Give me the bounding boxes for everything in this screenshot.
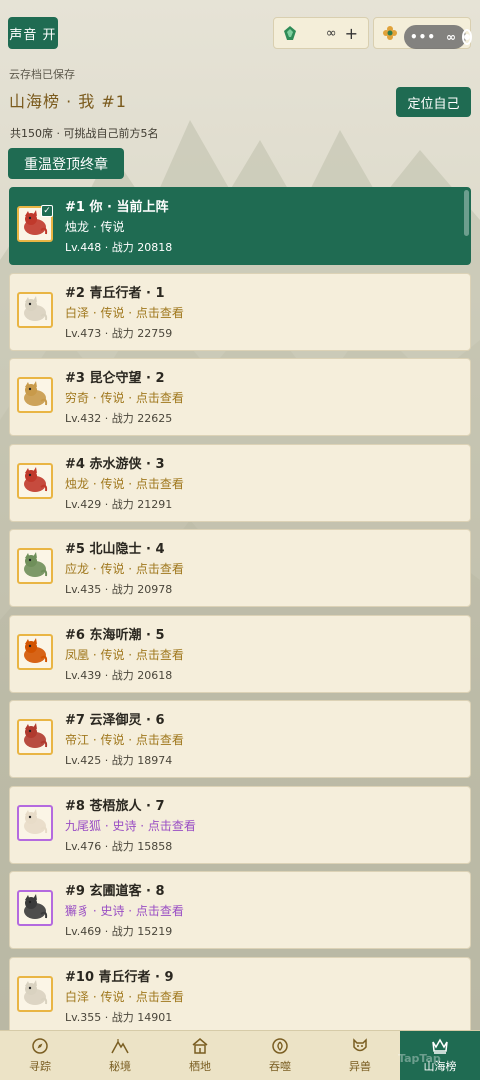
creature-avatar: [17, 462, 53, 499]
dijiang-icon: [24, 723, 48, 748]
ranking-card[interactable]: #7 云泽御灵 · 6 帝江 · 传说 · 点击查看 Lv.425 · 战力 189…: [9, 700, 471, 778]
nav-item-label: 栖地: [189, 1060, 211, 1073]
house-icon: [192, 1038, 208, 1054]
baize-icon: [24, 979, 48, 1005]
creature-avatar: [17, 719, 53, 755]
check-icon: ✓: [41, 205, 53, 217]
ranking-player-name: #9 玄圃道客 · 8: [65, 884, 165, 899]
ranking-stats: Lv.432 · 战力 22625: [65, 412, 173, 425]
ranking-creature-info: 凤凰 · 传说 · 点击查看: [65, 647, 184, 662]
ranking-card[interactable]: #6 东海听潮 · 5 凤凰 · 传说 · 点击查看 Lv.439 · 战力 206…: [9, 614, 471, 693]
ranking-creature-info: 帝江 · 传说 · 点击查看: [65, 733, 184, 747]
replay-finale-button[interactable]: 重温登顶终章: [8, 148, 124, 179]
ranking-card[interactable]: #5 北山隐士 · 4 应龙 · 传说 · 点击查看 Lv.435 · 战力 209…: [9, 529, 471, 607]
page-title: 山海榜 · 我 #1: [9, 92, 127, 111]
ranking-stats: Lv.425 · 战力 18974: [65, 754, 173, 767]
creature-avatar: [17, 548, 53, 584]
ranking-creature-info: 穷奇 · 传说 · 点击查看: [65, 391, 184, 405]
yinglong-icon: [24, 552, 48, 577]
nav-item-label: 异兽: [349, 1060, 371, 1073]
creature-avatar: [17, 291, 53, 328]
creature-avatar: [17, 633, 53, 670]
nav-item-0[interactable]: 寻踪: [0, 1031, 80, 1080]
ranking-card[interactable]: #10 青丘行者 · 9 白泽 · 传说 · 点击查看 Lv.355 · 战力 14…: [9, 956, 471, 1030]
nav-item-2[interactable]: 栖地: [160, 1031, 240, 1080]
ranking-player-name: #5 北山隐士 · 4: [65, 542, 165, 557]
miniprogram-capsule: ••• ∞: [404, 25, 473, 49]
locate-self-button[interactable]: 定位自己: [396, 87, 471, 117]
ranking-player-name: #10 青丘行者 · 9: [65, 969, 174, 985]
sound-toggle-button[interactable]: 声音 开: [8, 17, 58, 49]
more-menu-button[interactable]: •••: [410, 30, 436, 44]
ranking-list[interactable]: ✓ #1 你 · 当前上阵 烛龙 · 传说 Lv.448 · 战力 20818 #2 青…: [9, 187, 471, 1030]
nav-item-label: 秘境: [109, 1060, 131, 1073]
creature-avatar: [17, 377, 53, 413]
ranking-creature-info: 九尾狐 · 史诗 · 点击查看: [65, 818, 196, 833]
ranking-card[interactable]: #9 玄圃道客 · 8 獬豸 · 史诗 · 点击查看 Lv.469 · 战力 152…: [9, 871, 471, 949]
jade-icon: [284, 26, 296, 40]
nav-item-3[interactable]: 吞噬: [240, 1031, 320, 1080]
ranking-stats: Lv.448 · 战力 20818: [65, 241, 173, 254]
ranking-card[interactable]: #8 苍梧旅人 · 7 九尾狐 · 史诗 · 点击查看 Lv.476 · 战力 15…: [9, 785, 471, 864]
nav-item-label: 吞噬: [269, 1060, 291, 1073]
nav-item-4[interactable]: 异兽: [320, 1031, 400, 1080]
phoenix-icon: [24, 637, 48, 663]
ranking-stats: Lv.473 · 战力 22759: [65, 326, 173, 340]
seat-info: 共150席 · 可挑战自己前方5名: [10, 127, 159, 140]
ranking-creature-info: 獬豸 · 史诗 · 点击查看: [65, 904, 184, 918]
creature-avatar: [17, 804, 53, 841]
close-circle-icon[interactable]: [462, 29, 473, 45]
ranking-player-name: #8 苍梧旅人 · 7: [65, 798, 165, 814]
ranking-player-name: #1 你 · 当前上阵: [65, 200, 169, 215]
ninetail-fox-icon: [24, 808, 48, 834]
creature-avatar: [17, 975, 53, 1012]
baize-icon: [24, 295, 48, 321]
ranking-creature-info: 白泽 · 传说 · 点击查看: [65, 989, 184, 1004]
ranking-player-name: #2 青丘行者 · 1: [65, 285, 165, 301]
nav-item-label: 寻踪: [29, 1060, 51, 1073]
ranking-card[interactable]: #4 赤水游侠 · 3 烛龙 · 传说 · 点击查看 Lv.429 · 战力 212…: [9, 443, 471, 522]
scroll-indicator: [464, 190, 469, 236]
ranking-creature-info: 应龙 · 传说 · 点击查看: [65, 562, 184, 576]
resource-jade-value: ∞: [325, 25, 337, 41]
flower-icon: [383, 26, 397, 40]
swirl-icon: [272, 1038, 288, 1054]
creature-avatar: [17, 890, 53, 926]
ranking-stats: Lv.435 · 战力 20978: [65, 583, 173, 596]
qiongqi-icon: [24, 381, 48, 406]
ranking-stats: Lv.476 · 战力 15858: [65, 839, 173, 853]
ranking-card-self[interactable]: ✓ #1 你 · 当前上阵 烛龙 · 传说 Lv.448 · 战力 20818: [9, 187, 471, 265]
ranking-stats: Lv.355 · 战力 14901: [65, 1010, 173, 1024]
ranking-creature-info: 烛龙 · 传说 · 点击查看: [65, 476, 184, 491]
beast-mask-icon: [353, 1038, 367, 1052]
ranking-player-name: #6 东海听潮 · 5: [65, 627, 165, 643]
watermark: TapTap: [398, 1052, 441, 1065]
ranking-card[interactable]: #2 青丘行者 · 1 白泽 · 传说 · 点击查看 Lv.473 · 战力 227…: [9, 272, 471, 351]
ranking-stats: Lv.439 · 战力 20618: [65, 668, 173, 682]
nav-item-1[interactable]: 秘境: [80, 1031, 160, 1080]
ranking-player-name: #4 赤水游侠 · 3: [65, 456, 165, 472]
ranking-player-name: #7 云泽御灵 · 6: [65, 713, 165, 728]
xiezhi-icon: [24, 894, 48, 919]
dragon-icon: [24, 466, 48, 492]
add-resource-button[interactable]: +: [345, 24, 358, 43]
compass-icon: [32, 1038, 48, 1054]
ranking-creature-info: 烛龙 · 传说: [65, 220, 125, 234]
resource-jade-pill[interactable]: ∞ +: [273, 17, 369, 49]
resource-flower-value: ∞: [446, 30, 458, 44]
mountain-icon: [111, 1039, 129, 1054]
ranking-stats: Lv.429 · 战力 21291: [65, 497, 173, 511]
ranking-card[interactable]: #3 昆仑守望 · 2 穷奇 · 传说 · 点击查看 Lv.432 · 战力 226…: [9, 358, 471, 436]
cloud-save-status: 云存档已保存: [9, 68, 75, 81]
ranking-creature-info: 白泽 · 传说 · 点击查看: [65, 305, 184, 320]
ranking-stats: Lv.469 · 战力 15219: [65, 925, 173, 938]
ranking-player-name: #3 昆仑守望 · 2: [65, 371, 165, 386]
